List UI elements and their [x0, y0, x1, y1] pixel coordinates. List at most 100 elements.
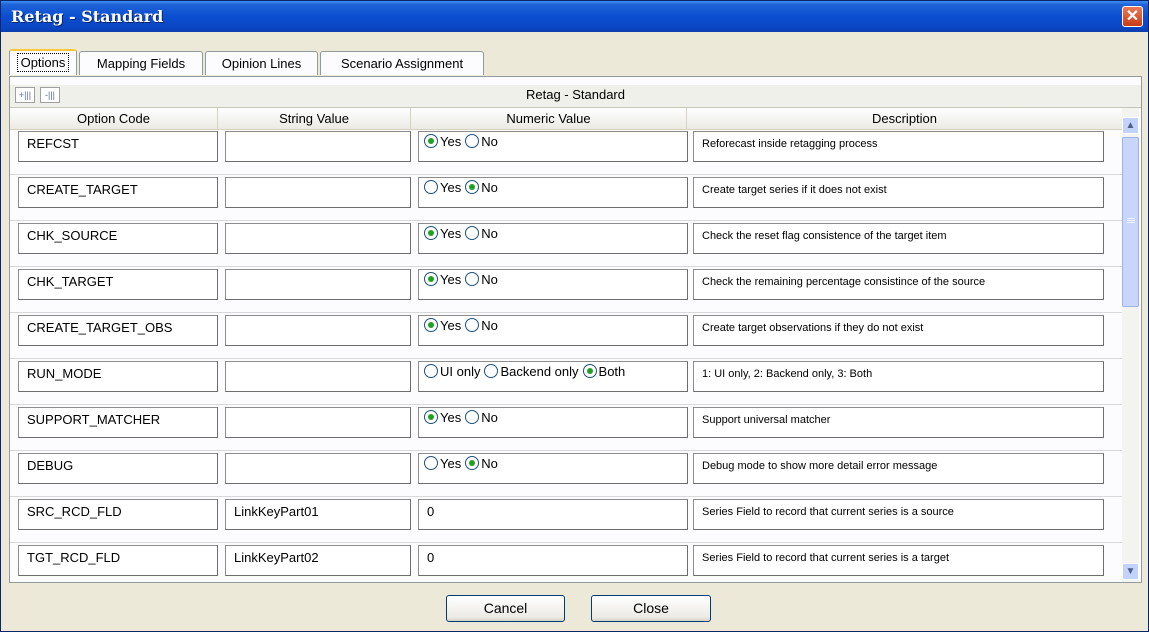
radio-checked-icon[interactable] — [465, 456, 480, 470]
description-cell[interactable]: Create target observations if they do no… — [693, 315, 1104, 346]
option-code-cell[interactable]: CREATE_TARGET — [18, 177, 218, 208]
string-value-field[interactable] — [225, 269, 411, 300]
radio-checked-icon[interactable] — [424, 318, 438, 332]
radio-option[interactable]: Yes — [424, 410, 461, 425]
scroll-up-icon[interactable]: ▲ — [1122, 117, 1139, 134]
radio-label: No — [481, 226, 498, 241]
string-value-field[interactable]: LinkKeyPart02 — [225, 545, 411, 576]
description-cell[interactable]: Create target series if it does not exis… — [693, 177, 1104, 208]
radio-checked-icon[interactable] — [424, 226, 438, 240]
vertical-scrollbar[interactable]: ▲ ▼ — [1122, 108, 1139, 582]
description-cell[interactable]: 1: UI only, 2: Backend only, 3: Both — [693, 361, 1104, 392]
close-button[interactable]: Close — [591, 595, 711, 622]
numeric-value-field[interactable]: Yes No — [418, 131, 688, 162]
tab-label: Opinion Lines — [221, 56, 302, 71]
option-code-cell[interactable]: SRC_RCD_FLD — [18, 499, 218, 530]
scroll-thumb[interactable] — [1122, 137, 1139, 307]
tab-scenario-assignment[interactable]: Scenario Assignment — [320, 51, 484, 75]
string-value-field[interactable] — [225, 361, 411, 392]
radio-unchecked-icon[interactable] — [424, 456, 438, 470]
numeric-value-field[interactable]: Yes No — [418, 223, 688, 254]
description-cell[interactable]: Series Field to record that current seri… — [693, 499, 1104, 530]
string-value-field[interactable] — [225, 407, 411, 438]
grid-body: REFCST Yes No Reforecast inside retagging p… — [10, 129, 1122, 582]
radio-option[interactable]: No — [465, 456, 498, 471]
radio-option[interactable]: Yes — [424, 318, 461, 333]
radio-option[interactable]: Yes — [424, 226, 461, 241]
window-title: Retag - Standard — [11, 7, 164, 26]
radio-option[interactable]: Yes — [424, 134, 461, 149]
radio-option[interactable]: No — [465, 180, 498, 195]
option-code-cell[interactable]: CHK_TARGET — [18, 269, 218, 300]
option-code-cell[interactable]: CHK_SOURCE — [18, 223, 218, 254]
radio-unchecked-icon[interactable] — [465, 318, 480, 332]
numeric-value-field[interactable]: UI only Backend only Both — [418, 361, 688, 392]
tab-options[interactable]: Options — [9, 49, 77, 75]
radio-checked-icon[interactable] — [465, 180, 480, 194]
expand-all-icon[interactable]: +||| — [15, 87, 35, 103]
radio-option[interactable]: Yes — [424, 180, 461, 195]
numeric-value-field[interactable]: Yes No — [418, 407, 688, 438]
radio-option[interactable]: Yes — [424, 272, 461, 287]
radio-label: No — [481, 410, 498, 425]
description-cell[interactable]: Check the reset flag consistence of the … — [693, 223, 1104, 254]
string-value-field[interactable] — [225, 223, 411, 254]
string-value-field[interactable] — [225, 177, 411, 208]
option-code-cell[interactable]: TGT_RCD_FLD — [18, 545, 218, 576]
radio-option[interactable]: No — [465, 134, 498, 149]
radio-option[interactable]: No — [465, 226, 498, 241]
radio-checked-icon[interactable] — [424, 410, 438, 424]
option-code-cell[interactable]: DEBUG — [18, 453, 218, 484]
tab-mapping-fields[interactable]: Mapping Fields — [79, 51, 203, 75]
table-row: SRC_RCD_FLD LinkKeyPart01 0 Series Field to… — [10, 497, 1122, 543]
numeric-value-field[interactable]: 0 — [418, 545, 688, 576]
column-header-numeric-value[interactable]: Numeric Value — [411, 108, 687, 129]
radio-option[interactable]: No — [465, 410, 498, 425]
radio-option[interactable]: No — [465, 272, 498, 287]
scroll-down-icon[interactable]: ▼ — [1122, 563, 1139, 580]
string-value-field[interactable] — [225, 453, 411, 484]
option-code-cell[interactable]: RUN_MODE — [18, 361, 218, 392]
tab-opinion-lines[interactable]: Opinion Lines — [205, 51, 318, 75]
collapse-all-icon[interactable]: -||| — [40, 87, 60, 103]
description-cell[interactable]: Debug mode to show more detail error mes… — [693, 453, 1104, 484]
numeric-value-field[interactable]: Yes No — [418, 269, 688, 300]
string-value-field[interactable]: LinkKeyPart01 — [225, 499, 411, 530]
cancel-button[interactable]: Cancel — [446, 595, 565, 622]
tab-label: Mapping Fields — [96, 56, 186, 71]
numeric-value-field[interactable]: 0 — [418, 499, 688, 530]
numeric-value-field[interactable]: Yes No — [418, 177, 688, 208]
string-value-field[interactable] — [225, 131, 411, 162]
column-header-option-code[interactable]: Option Code — [10, 108, 218, 129]
radio-checked-icon[interactable] — [424, 272, 438, 286]
radio-unchecked-icon[interactable] — [424, 180, 438, 194]
radio-unchecked-icon[interactable] — [465, 410, 480, 424]
radio-option[interactable]: Both — [582, 364, 625, 379]
radio-unchecked-icon[interactable] — [424, 364, 438, 378]
option-code-cell[interactable]: REFCST — [18, 131, 218, 162]
radio-checked-icon[interactable] — [424, 134, 438, 148]
description-cell[interactable]: Check the remaining percentage consistin… — [693, 269, 1104, 300]
description-cell[interactable]: Reforecast inside retagging process — [693, 131, 1104, 162]
radio-checked-icon[interactable] — [582, 364, 597, 378]
radio-unchecked-icon[interactable] — [465, 226, 480, 240]
column-header-string-value[interactable]: String Value — [218, 108, 411, 129]
radio-option[interactable]: Yes — [424, 456, 461, 471]
description-cell[interactable]: Series Field to record that current seri… — [693, 545, 1104, 576]
close-icon[interactable]: ✕ — [1122, 6, 1143, 27]
radio-unchecked-icon[interactable] — [484, 364, 499, 378]
radio-label: No — [481, 180, 498, 195]
radio-option[interactable]: Backend only — [484, 364, 579, 379]
radio-option[interactable]: UI only — [424, 364, 480, 379]
table-row: SUPPORT_MATCHER Yes No Support universal ma… — [10, 405, 1122, 451]
description-cell[interactable]: Support universal matcher — [693, 407, 1104, 438]
radio-unchecked-icon[interactable] — [465, 272, 480, 286]
string-value-field[interactable] — [225, 315, 411, 346]
radio-unchecked-icon[interactable] — [465, 134, 480, 148]
numeric-value-field[interactable]: Yes No — [418, 453, 688, 484]
column-header-description[interactable]: Description — [687, 108, 1122, 129]
numeric-value-field[interactable]: Yes No — [418, 315, 688, 346]
option-code-cell[interactable]: CREATE_TARGET_OBS — [18, 315, 218, 346]
radio-option[interactable]: No — [465, 318, 498, 333]
option-code-cell[interactable]: SUPPORT_MATCHER — [18, 407, 218, 438]
